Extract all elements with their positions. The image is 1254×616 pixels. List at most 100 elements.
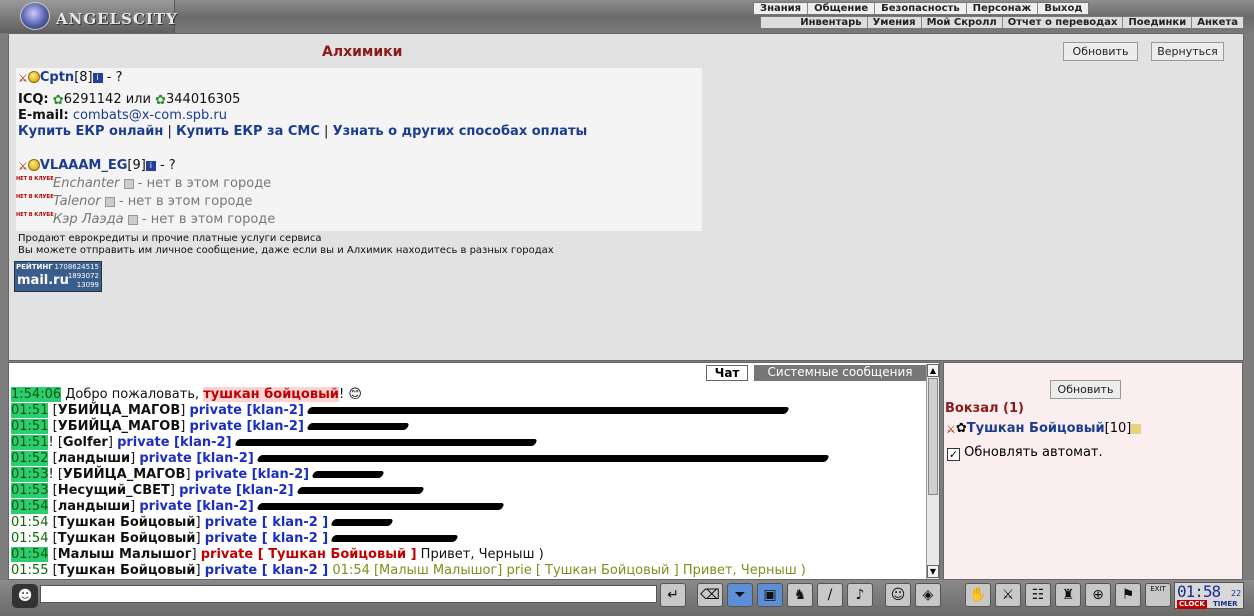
room-refresh-button[interactable]: Обновить [1050, 380, 1121, 399]
lock-icon[interactable]: ⊕ [1085, 583, 1111, 607]
alchemist-vlaaam-level: [9] [127, 158, 146, 173]
chat-private-tag[interactable]: private [ klan-2 ] [205, 563, 328, 578]
chat-nick[interactable]: Несущий_СВЕТ [58, 483, 170, 498]
menu-item-security[interactable]: Безопасность [874, 3, 966, 14]
counter-value-1: 1708624515 [54, 263, 99, 271]
icq-row: ICQ: ✿6291142 или ✿344016305 [18, 92, 240, 108]
buy-ekr-online-link[interactable]: Купить ЕКР онлайн [18, 124, 163, 139]
chat-nick[interactable]: ландыши [58, 499, 130, 514]
chat-private-tag[interactable]: private [klan-2] [117, 435, 231, 450]
counter-value-2: 1893072 [67, 272, 99, 280]
exit-label: EXIT [1150, 585, 1166, 593]
exit-button[interactable]: EXIT [1145, 583, 1171, 607]
menu-item-my-scroll[interactable]: Мой Скролл [920, 17, 1002, 28]
offline-name: Talenor [53, 194, 101, 209]
menu-item-inventory[interactable]: Инвентарь [795, 17, 866, 28]
chat-nick[interactable]: Тушкан Бойцовый [58, 515, 196, 530]
menu-item-communication[interactable]: Общение [807, 3, 874, 14]
chat-scrollbar[interactable]: ▲ ▼ [926, 364, 939, 579]
info-icon[interactable]: i [92, 72, 103, 83]
info-icon[interactable]: i [145, 160, 156, 171]
alchemist-cptn-name[interactable]: Cptn [40, 70, 74, 85]
smiley-icon[interactable]: ☺ [885, 583, 911, 607]
rating-counter[interactable]: РЕЙТИНГ 1708624515 1893072 13099 mail.ru [14, 261, 102, 292]
timer-label[interactable]: TIMER [1211, 600, 1240, 609]
chat-line: 01:54 [Тушкан Бойцовый] private [ klan-2… [11, 515, 395, 531]
chat-input[interactable] [40, 585, 657, 603]
flag-icon[interactable]: ⚑ [1115, 583, 1141, 607]
back-button[interactable]: Вернуться [1151, 42, 1224, 61]
scroll-down-icon[interactable]: ▼ [927, 565, 939, 578]
chat-time: 01:53 [11, 467, 49, 482]
info-icon[interactable] [127, 214, 138, 225]
sub-menu: Инвентарь Умения Мой Скролл Отчет о пере… [760, 16, 1244, 29]
chat-nick[interactable]: УБИЙЦА_МАГОВ [63, 467, 186, 482]
crest-icon [20, 2, 50, 30]
welcome-name[interactable]: тушкан бойцовый [203, 387, 339, 402]
menu-item-exit[interactable]: Выход [1037, 3, 1088, 14]
menu-item-skills[interactable]: Умения [866, 17, 921, 28]
info-icon[interactable] [123, 178, 134, 189]
email-link[interactable]: combats@x-com.spb.ru [73, 108, 227, 123]
chat-private-tag[interactable]: private [klan-2] [139, 499, 253, 514]
chat-line: 01:55 [Тушкан Бойцовый] private [ klan-2… [11, 563, 806, 578]
bag-icon[interactable]: ♜ [1055, 583, 1081, 607]
offline-badge: НЕТ В КЛУБЕ [16, 176, 54, 182]
fighter-icon[interactable]: ♞ [787, 583, 813, 607]
menu-item-profile[interactable]: Анкета [1191, 17, 1243, 28]
refresh-button[interactable]: Обновить [1063, 42, 1138, 61]
helmet-icon[interactable]: ◈ [915, 583, 941, 607]
scroll-up-icon[interactable]: ▲ [927, 364, 939, 377]
send-icon[interactable]: ↵ [660, 583, 686, 607]
book-icon[interactable]: ☷ [1025, 583, 1051, 607]
chat-welcome: 1:54:06 Добро пожаловать, тушкан бойцовы… [11, 387, 362, 403]
info-icon[interactable] [104, 196, 115, 207]
alchemist-vlaaam-status: - ? [159, 158, 176, 173]
buy-ekr-sms-link[interactable]: Купить ЕКР за СМС [176, 124, 320, 139]
sound-icon[interactable]: ♪ [847, 583, 873, 607]
chat-nick[interactable]: Малыш Малышог [58, 547, 192, 562]
other-payment-methods-link[interactable]: Узнать о других способах оплаты [333, 124, 588, 139]
chat-nick[interactable]: УБИЙЦА_МАГОВ [58, 419, 181, 434]
chat-mode-icon[interactable]: ☻ [12, 584, 38, 608]
chat-line: 01:51! [Golfer] private [klan-2] [11, 435, 538, 451]
redaction-scribble [234, 439, 538, 446]
eraser-icon[interactable]: ⌫ [697, 583, 723, 607]
chat-nick[interactable]: Golfer [63, 435, 108, 450]
chat-private-tag[interactable]: private [klan-2] [195, 467, 309, 482]
menu-item-transfer-report[interactable]: Отчет о переводах [1001, 17, 1123, 28]
sword-icon[interactable]: ⚔ [995, 583, 1021, 607]
chat-text: 01:54 [Малыш Малышог] prie [ Тушкан Бойц… [332, 563, 806, 578]
info-icon[interactable] [1131, 423, 1142, 434]
menu-item-knowledge[interactable]: Знания [754, 3, 807, 14]
menu-item-battles[interactable]: Поединки [1122, 17, 1191, 28]
chat-private-tag[interactable]: private [ klan-2 ] [205, 531, 328, 546]
translit-icon[interactable]: / [817, 583, 843, 607]
filter-icon[interactable]: ⏷ [727, 583, 753, 607]
chat-private-tag[interactable]: private [klan-2] [179, 483, 293, 498]
chat-time: 01:51 [11, 403, 49, 418]
menu-item-character[interactable]: Персонаж [965, 3, 1038, 14]
save-icon[interactable]: ▣ [757, 583, 783, 607]
room-title: Вокзал (1) [945, 401, 1024, 416]
chat-prefix: ! [48, 467, 54, 482]
chat-private-tag[interactable]: private [klan-2] [189, 419, 303, 434]
chat-private-tag[interactable]: private [klan-2] [139, 451, 253, 466]
tab-system-messages[interactable]: Системные сообщения [754, 365, 926, 381]
chat-private-tag[interactable]: private [klan-2] [189, 403, 303, 418]
chat-nick[interactable]: УБИЙЦА_МАГОВ [58, 403, 181, 418]
scroll-icon[interactable]: ✋ [965, 583, 991, 607]
chat-nick[interactable]: Тушкан Бойцовый [58, 563, 196, 578]
chat-private-tag[interactable]: private [ klan-2 ] [205, 515, 328, 530]
room-user-name[interactable]: Тушкан Бойцовый [967, 421, 1105, 436]
offline-name: Enchanter [53, 176, 120, 191]
alchemist-vlaaam-name[interactable]: VLAAAM_EG [40, 158, 128, 173]
scroll-thumb[interactable] [928, 378, 938, 495]
chat-private-tag[interactable]: private [ Тушкан Бойцовый ] [201, 547, 417, 562]
tab-chat[interactable]: Чат [706, 365, 748, 381]
chat-time: 01:55 [11, 563, 49, 578]
chat-nick[interactable]: Тушкан Бойцовый [58, 531, 196, 546]
chat-nick[interactable]: ландыши [58, 451, 130, 466]
auto-refresh-checkbox[interactable]: ✓ [947, 448, 960, 461]
room-user-level: [10] [1104, 421, 1132, 436]
